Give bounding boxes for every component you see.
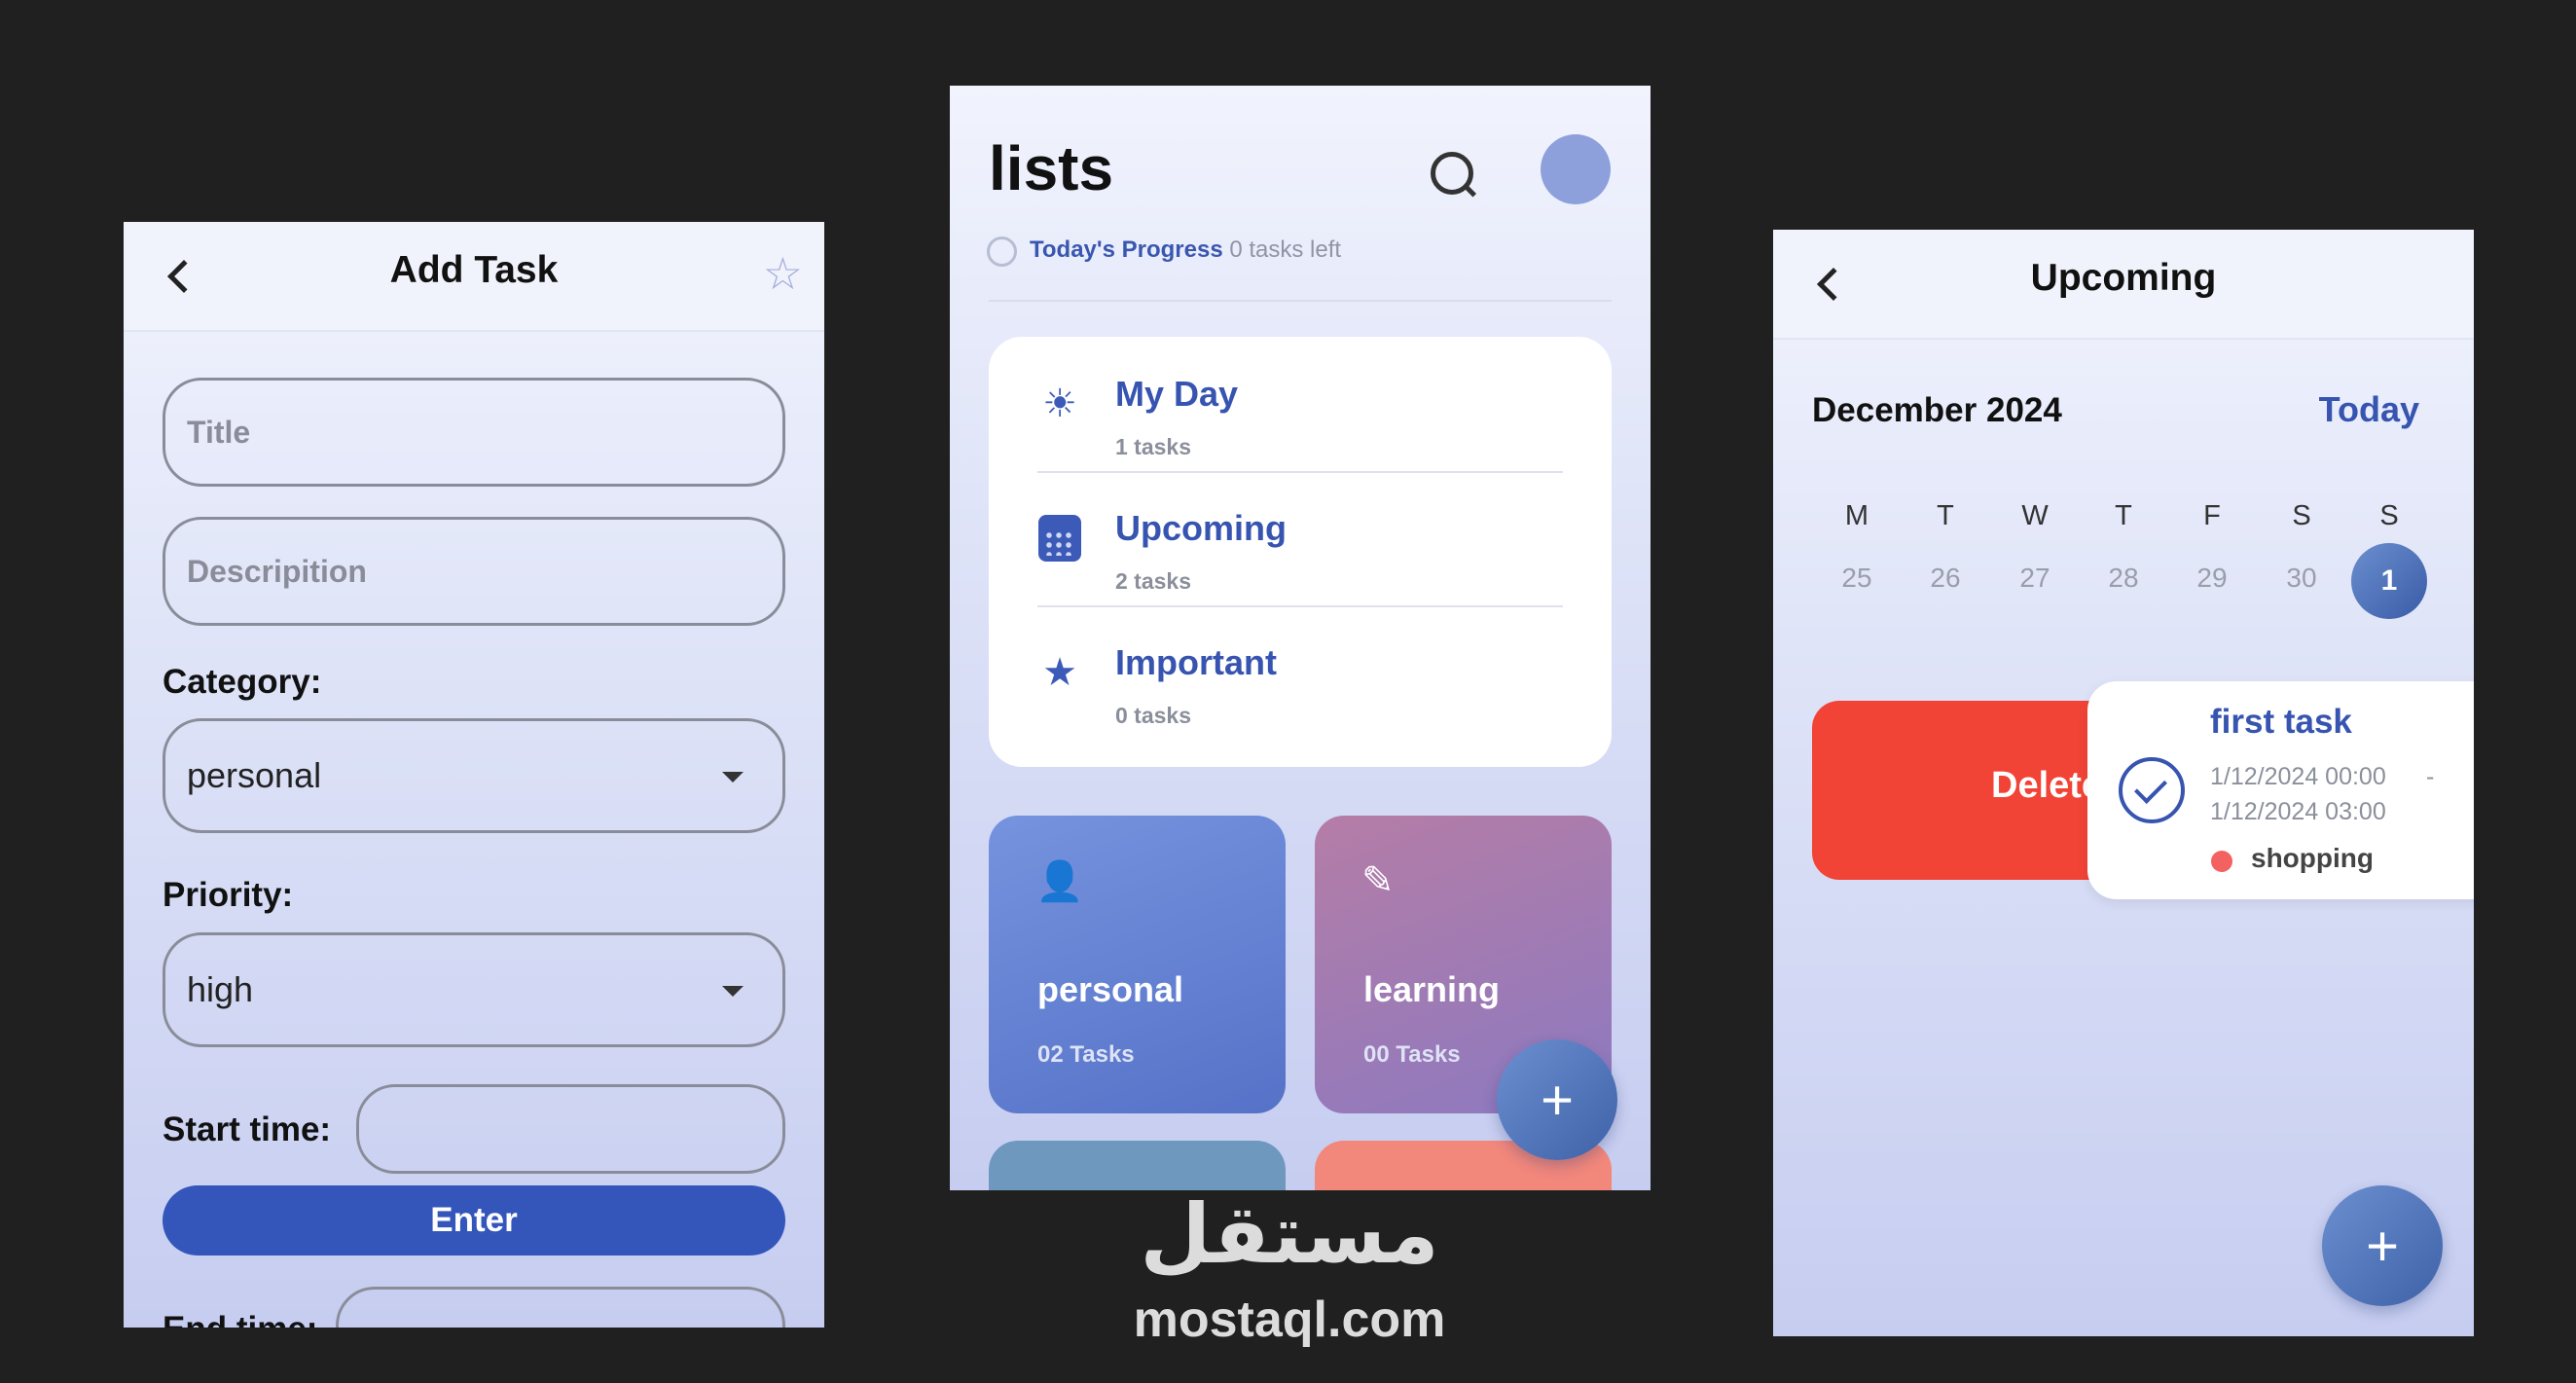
list-item-my-day[interactable]: ☀ My Day 1 tasks — [989, 337, 1612, 473]
calendar-day-selected[interactable]: 1 — [2351, 543, 2427, 619]
page-title: lists — [989, 133, 1114, 203]
avatar[interactable] — [1541, 134, 1611, 204]
category-color-dot — [2211, 851, 2232, 872]
calendar-day[interactable]: 27 — [2006, 563, 2064, 594]
task-date-separator: - — [2426, 763, 2435, 790]
category-tile-personal[interactable]: 👤 personal 02 Tasks — [989, 816, 1286, 1113]
calendar-day[interactable]: 26 — [1916, 563, 1975, 594]
list-item-name: My Day — [1115, 374, 1239, 414]
end-time-label: End time: — [163, 1310, 317, 1328]
month-label: December 2024 — [1812, 391, 2062, 429]
tile-name: personal — [1037, 969, 1184, 1009]
page-title: Add Task — [389, 249, 559, 291]
today-button[interactable]: Today — [2319, 389, 2419, 430]
task-end-date: 1/12/2024 03:00 — [2210, 798, 2386, 825]
calendar-day[interactable]: 28 — [2094, 563, 2153, 594]
task-category: shopping — [2251, 843, 2374, 873]
smart-lists-card: ☀ My Day 1 tasks Upcoming 2 tasks ★ Impo… — [989, 337, 1612, 767]
list-item-count: 1 tasks — [1115, 434, 1192, 459]
category-tile[interactable] — [989, 1141, 1286, 1190]
list-item-name: Upcoming — [1115, 508, 1287, 548]
calendar-day[interactable]: 25 — [1828, 563, 1886, 594]
list-item-count: 0 tasks — [1115, 703, 1192, 728]
list-item-important[interactable]: ★ Important 0 tasks — [989, 605, 1612, 740]
person-icon: 👤 — [1035, 860, 1084, 903]
add-task-button[interactable]: + — [2322, 1185, 2443, 1306]
task-card[interactable]: first task 1/12/2024 00:00 - 1/12/2024 0… — [2087, 681, 2474, 899]
task-start-date: 1/12/2024 00:00 — [2210, 763, 2386, 790]
app-header: Add Task ☆ — [124, 222, 824, 332]
lists-screen: lists Today's Progress 0 tasks left ☀ My… — [950, 86, 1651, 1190]
priority-select[interactable]: high — [163, 932, 785, 1047]
start-time-label: Start time: — [163, 1110, 332, 1148]
category-label: Category: — [163, 663, 322, 701]
star-icon[interactable]: ☆ — [763, 251, 803, 296]
enter-button[interactable]: Enter — [163, 1185, 785, 1256]
dropdown-caret-icon — [722, 772, 744, 782]
tile-count: 00 Tasks — [1363, 1041, 1461, 1068]
page-title: Upcoming — [2030, 257, 2217, 299]
calendar-day[interactable]: 30 — [2272, 563, 2331, 594]
progress-text: Today's Progress 0 tasks left — [1030, 237, 1341, 264]
watermark-logo: مستقل — [1140, 1188, 1439, 1280]
list-item-upcoming[interactable]: Upcoming 2 tasks — [989, 471, 1612, 607]
title-input[interactable]: Title — [163, 378, 785, 487]
description-input[interactable]: Descripition — [163, 517, 785, 626]
category-select[interactable]: personal — [163, 718, 785, 833]
progress-value: 0 tasks left — [1229, 237, 1342, 263]
add-list-button[interactable]: + — [1497, 1039, 1617, 1160]
end-time-input[interactable] — [336, 1287, 785, 1328]
weekday-label: M — [1844, 500, 1869, 531]
list-item-count: 2 tasks — [1115, 568, 1192, 594]
delete-label: Delete — [1991, 765, 2103, 806]
dropdown-caret-icon — [722, 986, 744, 997]
add-task-screen: Add Task ☆ Title Descripition Category: … — [124, 222, 824, 1328]
divider — [989, 300, 1612, 302]
check-circle-icon[interactable] — [2119, 757, 2185, 823]
upcoming-screen: Upcoming December 2024 Today M T W T F S… — [1773, 230, 2474, 1336]
category-value: personal — [187, 755, 322, 795]
calendar-icon — [1037, 515, 1082, 562]
sun-icon: ☀ — [1042, 382, 1077, 425]
watermark-url: mostaql.com — [1133, 1292, 1446, 1348]
start-time-input[interactable] — [356, 1084, 785, 1174]
tile-name: learning — [1363, 969, 1501, 1009]
priority-value: high — [187, 969, 254, 1009]
weekday-label: F — [2203, 500, 2221, 531]
priority-label: Priority: — [163, 876, 294, 914]
app-header: Upcoming — [1773, 230, 2474, 340]
weekday-label: T — [2115, 500, 2132, 531]
progress-label: Today's Progress — [1030, 237, 1223, 263]
weekday-label: S — [2292, 500, 2311, 531]
progress-ring-icon — [987, 237, 1017, 267]
task-title: first task — [2210, 703, 2352, 741]
weekday-label: W — [2021, 500, 2049, 531]
weekday-label: S — [2379, 500, 2399, 531]
list-item-name: Important — [1115, 642, 1277, 682]
tile-count: 02 Tasks — [1037, 1041, 1135, 1068]
calendar-day[interactable]: 29 — [2183, 563, 2241, 594]
weekday-label: T — [1937, 500, 1954, 531]
search-icon[interactable] — [1431, 152, 1473, 195]
star-icon: ★ — [1042, 651, 1077, 694]
pencil-icon: ✎ — [1361, 859, 1395, 902]
